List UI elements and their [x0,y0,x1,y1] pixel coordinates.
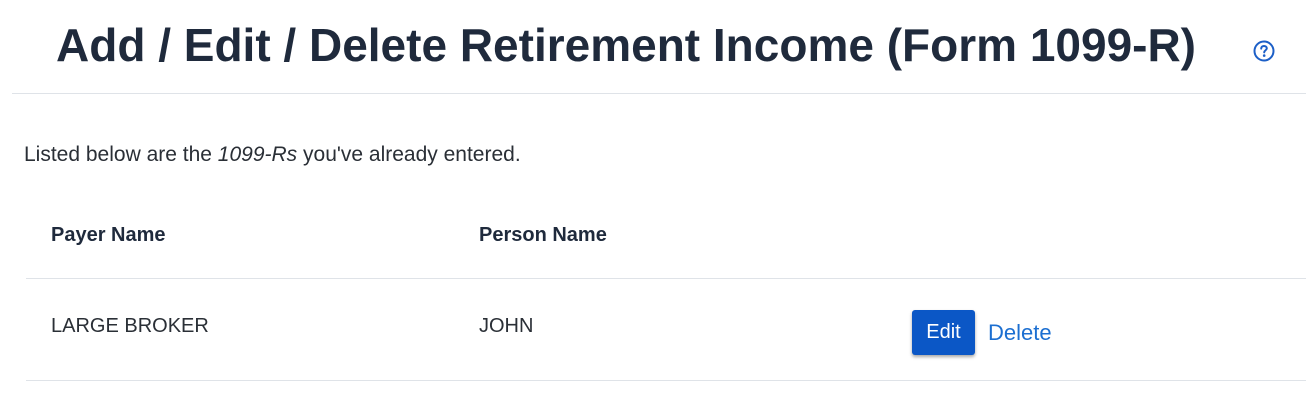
table-header-row: Payer Name Person Name [26,200,1306,279]
row-actions: Edit Delete [912,310,1052,355]
intro-suffix: you've already entered. [297,143,521,166]
page-title: Add / Edit / Delete Retirement Income (F… [56,19,1197,71]
page: Add / Edit / Delete Retirement Income (F… [0,0,1306,399]
intro-prefix: Listed below are the [24,143,218,166]
page-header: Add / Edit / Delete Retirement Income (F… [12,0,1306,94]
intro-emphasis: 1099-Rs [217,143,298,166]
person-name-cell: JOHN [479,315,534,337]
column-header-person-name: Person Name [479,224,607,246]
edit-button[interactable]: Edit [912,310,975,355]
column-header-payer-name: Payer Name [51,224,166,246]
payer-name-cell: LARGE BROKER [51,315,209,337]
table-row: LARGE BROKER JOHN Edit Delete [26,279,1306,381]
question-circle-icon[interactable] [1253,40,1275,62]
form-1099r-table: Payer Name Person Name LARGE BROKER JOHN… [26,200,1306,381]
intro-text: Listed below are the 1099-Rs you've alre… [24,143,521,167]
delete-link[interactable]: Delete [988,320,1052,346]
